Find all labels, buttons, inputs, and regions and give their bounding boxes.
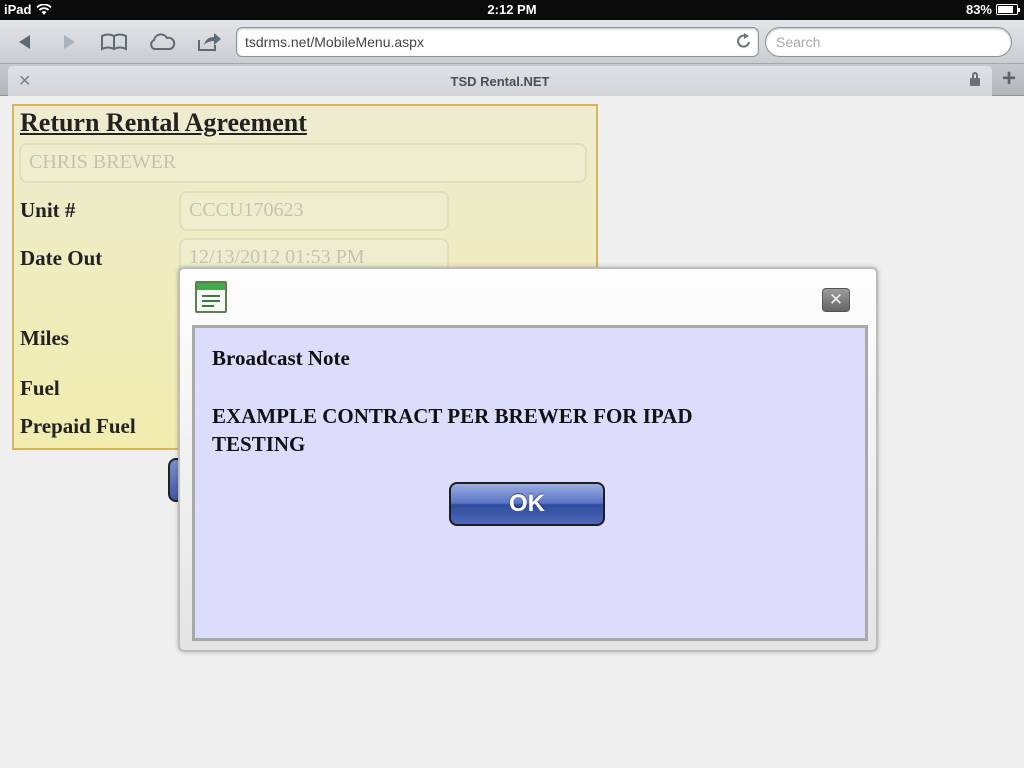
cloud-icon[interactable] xyxy=(147,28,177,56)
dialog-body: Broadcast Note EXAMPLE CONTRACT PER BREW… xyxy=(192,325,868,641)
window-icon xyxy=(195,281,227,313)
form-title: Return Rental Agreement xyxy=(20,108,307,137)
reload-icon[interactable] xyxy=(736,32,752,55)
battery-icon xyxy=(996,4,1020,15)
unit-field[interactable]: CCCU170623 xyxy=(179,191,449,231)
miles-label: Miles xyxy=(20,326,69,350)
forward-arrow-icon[interactable] xyxy=(54,28,84,56)
back-arrow-icon[interactable] xyxy=(10,28,40,56)
prepaid-fuel-label: Prepaid Fuel xyxy=(20,414,136,438)
ok-button[interactable]: OK xyxy=(449,482,605,526)
search-input[interactable]: Search xyxy=(765,27,1012,57)
url-text: tsdrms.net/MobileMenu.aspx xyxy=(245,34,424,50)
dialog-message: EXAMPLE CONTRACT PER BREWER FOR IPAD TES… xyxy=(212,404,693,456)
tab-bar: ✕ TSD Rental.NET + xyxy=(0,64,1024,96)
browser-toolbar: tsdrms.net/MobileMenu.aspx Search xyxy=(0,20,1024,64)
date-out-label: Date Out xyxy=(20,246,103,270)
battery-percent: 83% xyxy=(965,2,992,17)
book-icon[interactable] xyxy=(99,28,129,56)
address-bar[interactable]: tsdrms.net/MobileMenu.aspx xyxy=(236,27,759,57)
tab-active[interactable]: ✕ TSD Rental.NET xyxy=(8,66,992,96)
customer-name-field[interactable]: CHRIS BREWER xyxy=(19,143,587,183)
unit-label: Unit # xyxy=(20,198,76,222)
broadcast-note-dialog: ✕ Broadcast Note EXAMPLE CONTRACT PER BR… xyxy=(178,267,878,652)
lock-icon xyxy=(970,72,980,86)
share-icon[interactable] xyxy=(194,28,224,56)
fuel-label: Fuel xyxy=(20,376,60,400)
close-icon[interactable]: ✕ xyxy=(822,288,850,312)
status-bar: iPad 2:12 PM 83% xyxy=(0,0,1024,20)
plus-icon[interactable]: + xyxy=(994,64,1024,96)
tab-title: TSD Rental.NET xyxy=(450,74,550,89)
clock: 2:12 PM xyxy=(487,2,537,17)
dialog-title: Broadcast Note xyxy=(212,346,350,370)
